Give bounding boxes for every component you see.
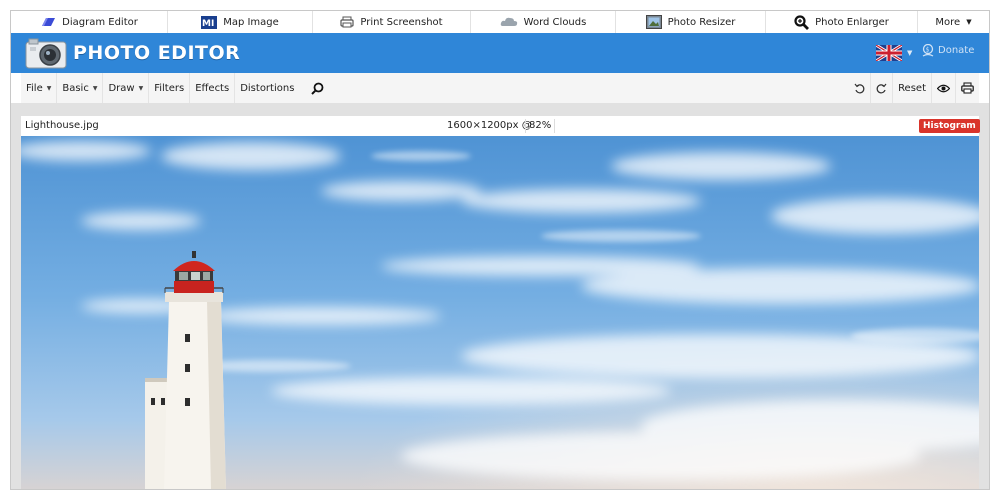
donate-coin-icon: $ [922, 44, 934, 57]
undo-icon [854, 83, 865, 93]
app-label: Word Clouds [523, 16, 587, 28]
chevron-down-icon: ▼ [966, 18, 972, 26]
menu-label: File [26, 82, 43, 94]
magnifier-icon [794, 14, 810, 30]
app-word-clouds[interactable]: Word Clouds [471, 11, 616, 33]
reset-button[interactable]: Reset [892, 73, 931, 103]
app-photo-resizer[interactable]: Photo Resizer [616, 11, 766, 33]
app-label: Diagram Editor [62, 16, 138, 28]
menu-file[interactable]: File ▼ [21, 73, 58, 103]
app-photo-enlarger[interactable]: Photo Enlarger [766, 11, 918, 33]
logo-text: PHOTO EDITOR [73, 42, 241, 64]
zoom-level[interactable]: 82% [529, 120, 551, 131]
menu-distortions[interactable]: Distortions [235, 73, 299, 103]
editor-toolbar: File ▼ Basic ▼ Draw ▼ Filters Effects Di… [21, 73, 979, 103]
app-frame: Diagram Editor MI Map Image Print Screen… [10, 10, 990, 490]
image-info-bar: Lighthouse.jpg 1600×1200px @ 82% Histogr… [21, 116, 980, 136]
language-caret-icon[interactable]: ▼ [907, 49, 912, 57]
header-bar: PHOTO EDITOR ▼ $ Donate [11, 33, 989, 73]
menu-effects[interactable]: Effects [190, 73, 236, 103]
logo[interactable]: PHOTO EDITOR [25, 36, 240, 70]
app-label: Photo Enlarger [815, 16, 889, 28]
menu-draw[interactable]: Draw ▼ [103, 73, 150, 103]
caret-down-icon: ▼ [46, 84, 52, 92]
menu-label: Basic [62, 82, 89, 94]
app-diagram-editor[interactable]: Diagram Editor [11, 11, 168, 33]
menu-label: Filters [154, 82, 185, 94]
menu-filters[interactable]: Filters [149, 73, 191, 103]
redo-button[interactable] [870, 73, 892, 103]
uk-flag-icon[interactable] [876, 45, 902, 61]
printer-icon [961, 82, 974, 94]
more-label: More [935, 16, 961, 28]
app-print-screenshot[interactable]: Print Screenshot [313, 11, 471, 33]
search-icon[interactable] [311, 82, 324, 95]
menu-basic[interactable]: Basic ▼ [57, 73, 104, 103]
menu-label: Distortions [240, 82, 295, 94]
diagram-eraser-icon [42, 18, 56, 26]
donate-button[interactable]: $ Donate [922, 44, 974, 57]
divider [554, 119, 555, 133]
preview-button[interactable] [931, 73, 955, 103]
svg-text:MI: MI [202, 19, 214, 29]
donate-label: Donate [938, 45, 975, 56]
redo-icon [876, 83, 887, 93]
caret-down-icon: ▼ [138, 84, 144, 92]
map-image-icon: MI [201, 15, 218, 29]
app-label: Photo Resizer [667, 16, 736, 28]
reset-label: Reset [898, 82, 926, 94]
toolbar-right-group: Reset [849, 73, 979, 103]
printer-icon [340, 16, 355, 28]
svg-text:$: $ [926, 47, 930, 54]
eye-icon [937, 84, 950, 92]
menu-label: Effects [195, 82, 230, 94]
menu-label: Draw [108, 82, 135, 94]
camera-icon [25, 38, 67, 69]
app-map-image[interactable]: MI Map Image [168, 11, 313, 33]
undo-button[interactable] [849, 73, 870, 103]
caret-down-icon: ▼ [92, 84, 98, 92]
lighthouse-photo[interactable] [21, 136, 979, 490]
image-dimensions: 1600×1200px @ [447, 120, 532, 131]
apps-bar: Diagram Editor MI Map Image Print Screen… [11, 11, 989, 33]
cloud-icon [500, 17, 517, 26]
photo-frame-icon [645, 15, 662, 29]
image-filename: Lighthouse.jpg [25, 120, 99, 131]
histogram-button[interactable]: Histogram [919, 119, 980, 133]
divider [525, 119, 526, 133]
app-label: Map Image [223, 16, 279, 28]
more-menu-button[interactable]: More ▼ [918, 11, 989, 33]
app-label: Print Screenshot [360, 16, 443, 28]
print-button[interactable] [955, 73, 979, 103]
